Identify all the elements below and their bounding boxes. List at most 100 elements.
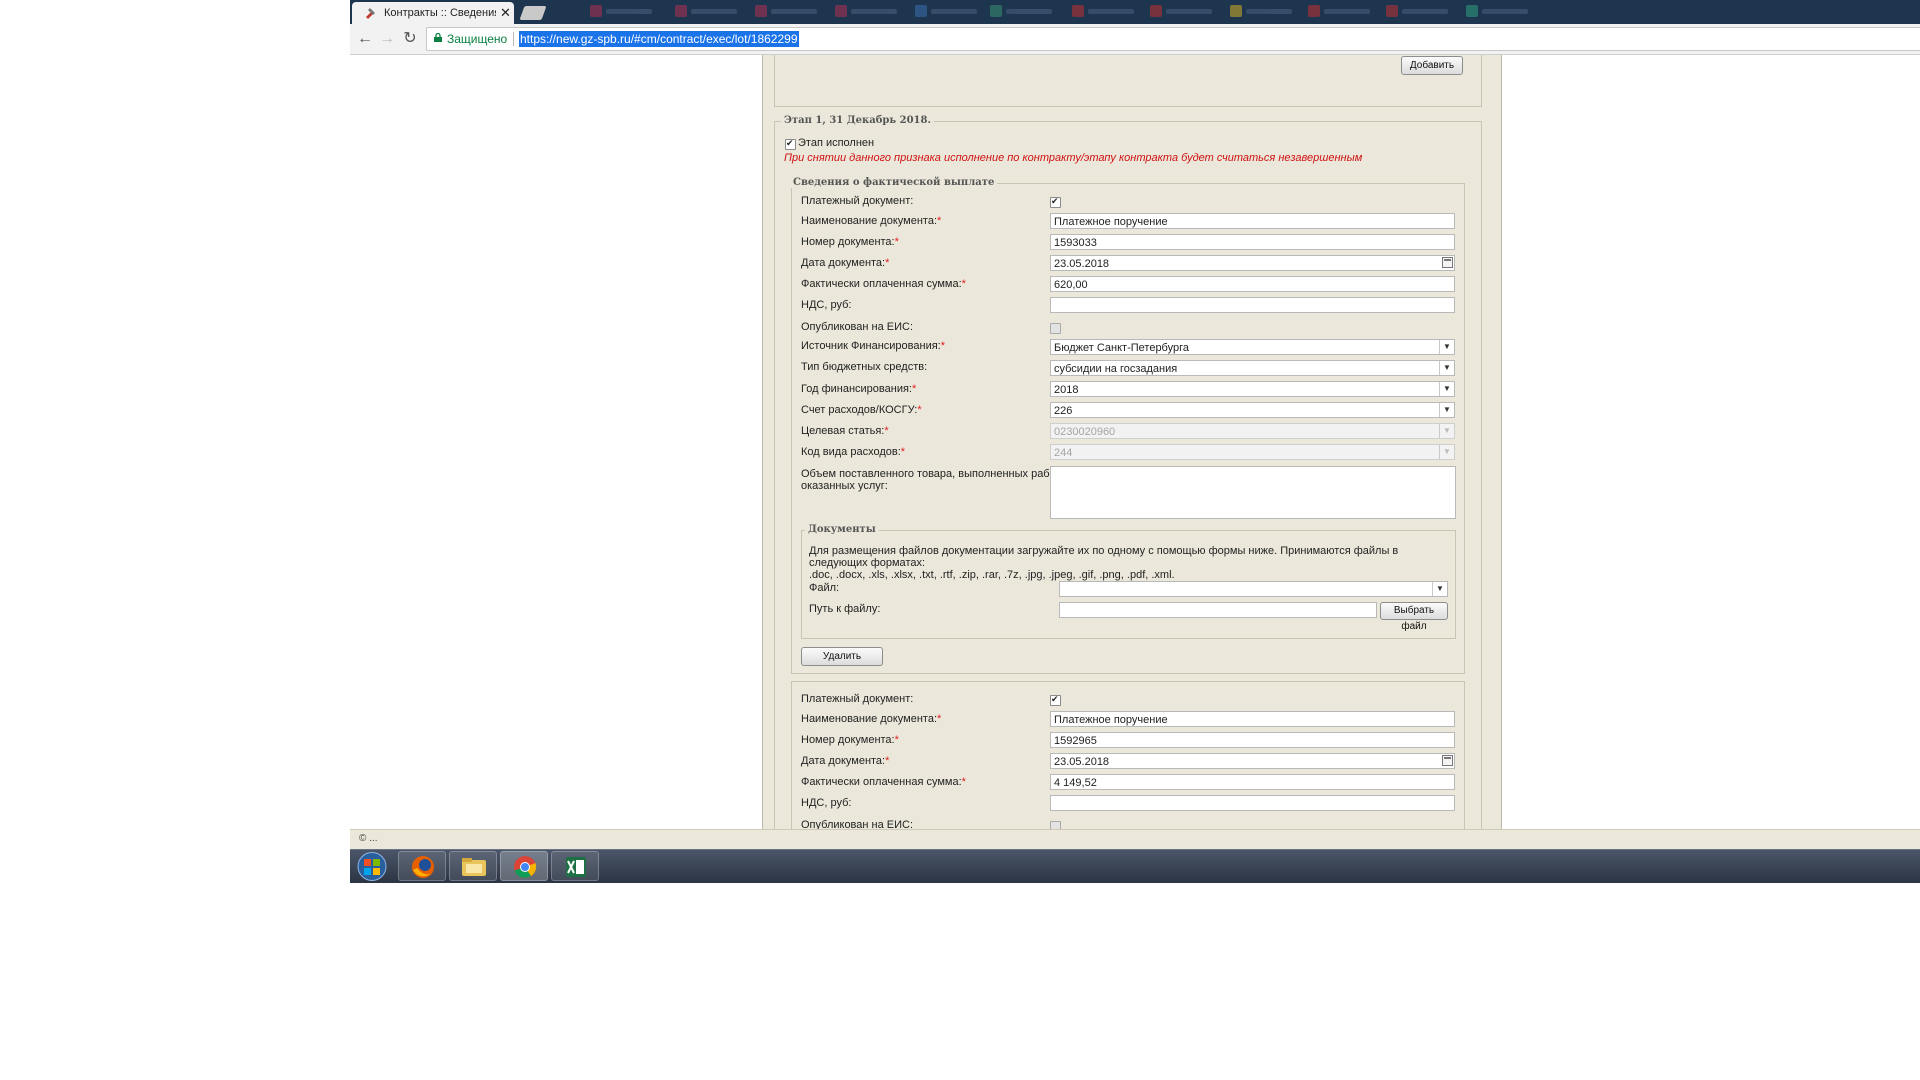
stage-executed-checkbox[interactable]: [785, 138, 796, 150]
browser-toolbar: ← → ↻ Защищено https://new.gz-spb.ru/#cm…: [350, 24, 1920, 55]
path-label: Путь к файлу:: [809, 603, 881, 615]
url-text[interactable]: https://new.gz-spb.ru/#cm/contract/exec/…: [519, 31, 799, 47]
browser-window: Контракты :: Сведения о ✕ ← → ↻ Защищено…: [350, 0, 1920, 1080]
target-article-label: Целевая статья:*: [801, 425, 889, 437]
doc-number-input-2[interactable]: 1592965: [1050, 732, 1455, 748]
background-tab[interactable]: [835, 5, 905, 19]
windows-taskbar: [350, 849, 1920, 883]
vat-input[interactable]: [1050, 297, 1455, 313]
target-article-value: 0230020960: [1054, 426, 1116, 438]
background-tab[interactable]: [915, 5, 985, 19]
background-tab[interactable]: [1308, 5, 1378, 19]
expense-account-value: 226: [1054, 405, 1073, 417]
choose-file-button[interactable]: Выбрать файл: [1380, 602, 1448, 632]
expense-account-label: Счет расходов/КОСГУ:*: [801, 404, 922, 416]
funding-source-label: Источник Финансирования:*: [801, 340, 946, 352]
background-tab[interactable]: [1072, 5, 1142, 19]
firefox-icon[interactable]: [398, 851, 446, 881]
doc-name-label-2: Наименование документа:*: [801, 713, 942, 725]
stage-fieldset: Этап 1, 31 Декабрь 2018. Этап исполнен П…: [774, 115, 1482, 829]
back-arrow-icon[interactable]: ←: [356, 30, 374, 48]
stage-warning: При снятии данного признака исполнение п…: [784, 152, 1363, 164]
tools-favicon-icon: [366, 8, 375, 19]
expense-account-select[interactable]: 226 ▼: [1050, 402, 1455, 418]
background-tab[interactable]: [990, 5, 1060, 19]
status-bar: © ...: [350, 829, 1920, 849]
published-label-2: Опубликован на ЕИС:: [801, 819, 914, 829]
documents-info: Для размещения файлов документации загру…: [809, 545, 1399, 581]
new-tab-button[interactable]: [519, 6, 547, 20]
payment-doc-label: Платежный документ:: [801, 195, 914, 207]
doc-name-label: Наименование документа:*: [801, 215, 942, 227]
tab-title: Контракты :: Сведения о: [384, 7, 496, 19]
chrome-icon[interactable]: [500, 851, 548, 881]
payment-fieldset-2: Платежный документ: Наименование докумен…: [791, 681, 1465, 829]
address-separator: [513, 32, 514, 46]
published-checkbox[interactable]: [1050, 323, 1061, 334]
funding-source-select[interactable]: Бюджет Санкт-Петербурга ▼: [1050, 339, 1455, 355]
payment-fieldset: Сведения о фактической выплате Платежный…: [790, 177, 1465, 674]
payment-doc-checkbox-2[interactable]: [1050, 694, 1061, 706]
delete-button[interactable]: Удалить: [801, 647, 883, 666]
volume-textarea[interactable]: [1050, 466, 1456, 519]
security-label: Защищено: [447, 32, 508, 46]
chevron-down-icon[interactable]: ▼: [1439, 361, 1454, 375]
chevron-down-icon[interactable]: ▼: [1439, 403, 1454, 417]
doc-date-input-2[interactable]: 23.05.2018: [1050, 753, 1455, 769]
chevron-down-icon[interactable]: ▼: [1439, 340, 1454, 354]
published-checkbox-2[interactable]: [1050, 821, 1061, 829]
payment-doc-checkbox[interactable]: [1050, 196, 1061, 208]
close-tab-icon[interactable]: ✕: [500, 5, 511, 21]
doc-number-label-2: Номер документа:*: [801, 734, 899, 746]
reload-icon[interactable]: ↻: [401, 30, 419, 48]
tab-contracts[interactable]: Контракты :: Сведения о ✕: [352, 2, 514, 24]
chevron-down-icon[interactable]: ▼: [1439, 382, 1454, 396]
lock-icon: [434, 33, 442, 42]
page-content: Добавить Этап 1, 31 Декабрь 2018. Этап и…: [350, 55, 1920, 829]
payment-section-legend: Сведения о фактической выплате: [790, 177, 998, 188]
doc-name-input[interactable]: Платежное поручение: [1050, 213, 1455, 229]
background-tab[interactable]: [1466, 5, 1536, 19]
documents-fieldset: Документы Для размещения файлов документ…: [801, 524, 1456, 639]
windows-start-icon[interactable]: [352, 851, 392, 881]
tab-strip: Контракты :: Сведения о ✕: [350, 0, 1920, 24]
file-select[interactable]: ▼: [1059, 581, 1448, 597]
background-tab[interactable]: [755, 5, 825, 19]
excel-icon[interactable]: [551, 851, 599, 881]
chevron-down-icon: ▼: [1439, 445, 1454, 459]
funding-source-value: Бюджет Санкт-Петербурга: [1054, 342, 1189, 354]
doc-date-input[interactable]: 23.05.2018: [1050, 255, 1455, 271]
paid-sum-input-2[interactable]: 4 149,52: [1050, 774, 1455, 790]
add-button[interactable]: Добавить: [1401, 56, 1463, 75]
funding-year-label: Год финансирования:*: [801, 383, 917, 395]
doc-date-value: 23.05.2018: [1054, 258, 1110, 270]
volume-label: Объем поставленного товара, выполненных …: [801, 468, 1063, 492]
forward-arrow-icon[interactable]: →: [378, 30, 396, 48]
background-tab[interactable]: [1150, 5, 1220, 19]
calendar-icon[interactable]: [1442, 257, 1453, 268]
address-bar[interactable]: Защищено https://new.gz-spb.ru/#cm/contr…: [426, 27, 1920, 51]
background-tab[interactable]: [675, 5, 745, 19]
file-path-input[interactable]: [1059, 602, 1377, 618]
calendar-icon[interactable]: [1442, 755, 1453, 766]
doc-date-label: Дата документа:*: [801, 257, 890, 269]
doc-name-input-2[interactable]: Платежное поручение: [1050, 711, 1455, 727]
status-text: © ...: [359, 833, 378, 844]
chevron-down-icon[interactable]: ▼: [1432, 582, 1447, 596]
file-explorer-icon[interactable]: [449, 851, 497, 881]
background-tab[interactable]: [590, 5, 660, 19]
vat-label: НДС, руб:: [801, 299, 852, 311]
expense-code-value: 244: [1054, 447, 1073, 459]
background-tab[interactable]: [1386, 5, 1456, 19]
funding-year-select[interactable]: 2018 ▼: [1050, 381, 1455, 397]
paid-sum-input[interactable]: 620,00: [1050, 276, 1455, 292]
paid-sum-label-2: Фактически оплаченная сумма:*: [801, 776, 966, 788]
doc-number-label: Номер документа:*: [801, 236, 899, 248]
budget-type-select[interactable]: субсидии на госзадания ▼: [1050, 360, 1455, 376]
doc-number-input[interactable]: 1593033: [1050, 234, 1455, 250]
published-label: Опубликован на ЕИС:: [801, 321, 914, 333]
file-label: Файл:: [809, 582, 840, 594]
vat-input-2[interactable]: [1050, 795, 1455, 811]
background-tab[interactable]: [1230, 5, 1300, 19]
chevron-down-icon: ▼: [1439, 424, 1454, 438]
